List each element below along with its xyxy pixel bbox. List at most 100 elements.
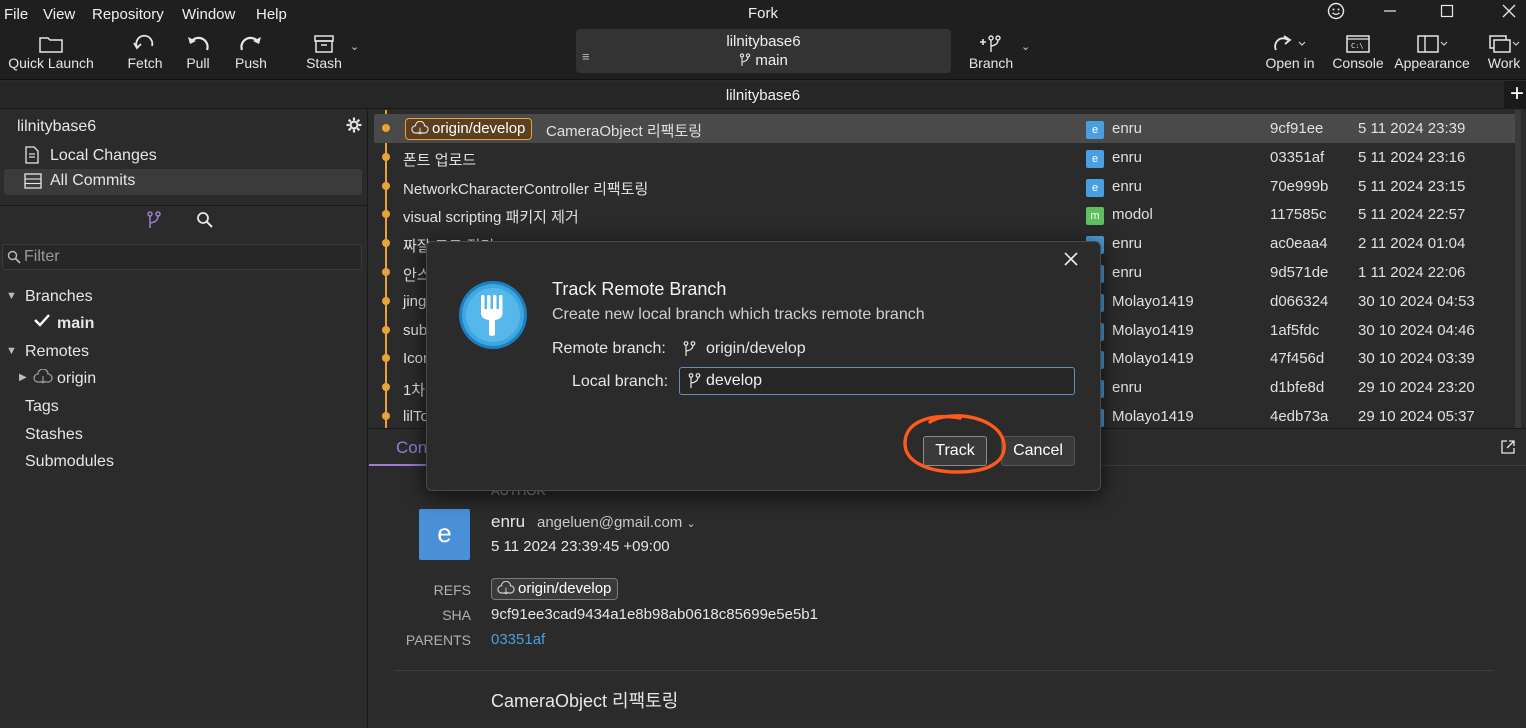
tab-lilnitybase6[interactable]: lilnitybase6 <box>0 87 1526 104</box>
open-in-icon <box>1274 35 1306 51</box>
ref-badge-origin-develop[interactable]: origin/develop <box>405 118 533 140</box>
minimize-icon[interactable] <box>1375 2 1405 26</box>
commit-date: 5 11 2024 23:15 <box>1358 177 1466 195</box>
toolbar: Quick Launch Fetch Pull Push Stash ⌄ ≡ l… <box>0 28 1526 80</box>
author-email[interactable]: angeluen@gmail.com ⌄ <box>537 514 696 531</box>
menu-view[interactable]: View <box>43 6 75 23</box>
menu-repository[interactable]: Repository <box>92 6 164 23</box>
commit-row[interactable]: visual scripting 패키지 제거 m modol 117585c 5 11… <box>369 200 1526 229</box>
branch-button[interactable]: Branch <box>966 32 1016 76</box>
close-icon[interactable] <box>1059 248 1083 272</box>
commit-graph-dot <box>382 412 390 420</box>
branches-collapse-chevron-icon[interactable]: ▼ <box>6 290 17 302</box>
stash-button[interactable]: Stash <box>304 32 344 76</box>
cloud-remote-icon <box>497 580 515 602</box>
commit-sha: 03351af <box>1270 148 1325 166</box>
branches-view-icon[interactable] <box>147 211 161 234</box>
remotes-collapse-chevron-icon[interactable]: ▼ <box>6 345 17 357</box>
sha-value[interactable]: 9cf91ee3cad9434a1e8b98ab0618c85699e5e5b1 <box>491 606 818 623</box>
sidebar-item-local-changes[interactable]: Local Changes <box>0 144 368 168</box>
document-icon <box>24 146 40 169</box>
commit-date: 2 11 2024 01:04 <box>1358 235 1466 253</box>
repository-selector[interactable]: ≡ lilnitybase6 main <box>576 29 951 73</box>
popout-icon[interactable] <box>1500 439 1516 460</box>
maximize-icon[interactable] <box>1432 2 1462 26</box>
sidebar-section-stashes[interactable]: Stashes <box>25 426 83 444</box>
dialog-subtitle: Create new local branch which tracks rem… <box>552 306 925 323</box>
feedback-smiley-icon[interactable] <box>1321 2 1351 26</box>
filter-input[interactable] <box>24 248 354 266</box>
sidebar-section-tags[interactable]: Tags <box>25 398 59 416</box>
menu-window[interactable]: Window <box>182 6 235 23</box>
commit-list-scrollbar[interactable] <box>1515 110 1521 428</box>
commit-row[interactable]: 폰트 업로드 e enru 03351af 5 11 2024 23:16 <box>369 143 1526 172</box>
commit-graph-dot <box>382 268 390 276</box>
author-avatar: e <box>1086 121 1104 139</box>
origin-expand-chevron-icon[interactable]: ▶ <box>19 372 27 383</box>
close-window-icon[interactable] <box>1494 2 1524 26</box>
cancel-button[interactable]: Cancel <box>1001 436 1075 466</box>
filter-field[interactable] <box>2 244 362 270</box>
sidebar-section-submodules[interactable]: Submodules <box>25 453 114 471</box>
repo-name: lilnitybase6 <box>726 33 801 50</box>
commit-row[interactable]: NetworkCharacterController 리팩토링 e enru 70e9… <box>369 172 1526 201</box>
commit-author: modol <box>1112 206 1153 224</box>
commit-row[interactable]: origin/develop CameraObject 리팩토링 e enru 9cf9… <box>374 114 1520 143</box>
dialog-title: Track Remote Branch <box>552 279 727 299</box>
commit-date: 5 11 2024 23:39 <box>1358 120 1466 137</box>
commit-date: 1 11 2024 22:06 <box>1358 264 1466 281</box>
fetch-button[interactable]: Fetch <box>122 32 168 76</box>
search-icon[interactable] <box>196 211 214 234</box>
commit-sha: 1af5fdc <box>1270 321 1320 339</box>
new-branch-icon <box>980 35 1001 52</box>
author-avatar: e <box>1086 149 1104 168</box>
fork-window: File View Repository Window Help Fork Qu… <box>0 0 1526 728</box>
quick-launch-button[interactable]: Quick Launch <box>6 32 96 76</box>
commit-date: 30 10 2024 04:46 <box>1358 321 1475 339</box>
menu-help[interactable]: Help <box>256 6 287 23</box>
pull-button[interactable]: Pull <box>180 32 216 76</box>
gear-icon[interactable] <box>346 117 362 138</box>
commit-sha: d1bfe8d <box>1270 379 1325 397</box>
commit-message: jing <box>403 292 427 310</box>
commit-message: NetworkCharacterController 리팩토링 <box>403 180 649 198</box>
sidebar-item-all-commits[interactable]: All Commits <box>4 169 362 195</box>
commit-message: 폰트 업로드 <box>403 151 477 169</box>
commit-date: 5 11 2024 22:57 <box>1358 206 1466 224</box>
sidebar-section-branches[interactable]: Branches <box>25 288 93 306</box>
commit-graph-dot <box>382 239 390 248</box>
branch-dropdown-chevron-icon[interactable]: ⌄ <box>1021 40 1030 53</box>
commit-subject: CameraObject 리팩토링 <box>491 691 679 711</box>
local-branch-field[interactable] <box>679 367 1075 395</box>
author-name: enru <box>491 512 526 531</box>
refs-badge-origin-develop[interactable]: origin/develop <box>491 578 619 602</box>
parent-commit-link[interactable]: 03351af <box>491 631 545 648</box>
commit-sha: 9cf91ee <box>1270 120 1324 137</box>
stash-icon <box>314 35 334 53</box>
commit-author: enru <box>1112 379 1143 397</box>
folder-icon <box>39 37 63 53</box>
workspaces-button[interactable]: Work <box>1484 32 1524 76</box>
menu-file[interactable]: File <box>4 6 28 23</box>
commit-author: enru <box>1112 120 1143 137</box>
commit-sha: d066324 <box>1270 292 1329 310</box>
author-date: 5 11 2024 23:39:45 +09:00 <box>491 538 670 555</box>
commit-message: lilTo <box>403 408 429 425</box>
add-tab-button[interactable]: + <box>1504 81 1526 109</box>
sha-label: SHA <box>442 607 471 623</box>
track-remote-branch-dialog: Track Remote Branch Create new local bra… <box>426 241 1101 491</box>
sidebar-remote-origin[interactable]: origin <box>57 370 96 388</box>
commit-graph-dot <box>382 296 390 305</box>
local-branch-input[interactable] <box>706 371 1066 391</box>
appearance-icon <box>1417 35 1448 53</box>
stash-dropdown-chevron-icon[interactable]: ⌄ <box>350 40 359 53</box>
console-button[interactable]: C:\ Console <box>1330 32 1386 76</box>
details-divider <box>394 670 1494 671</box>
commit-author: Molayo1419 <box>1112 292 1194 310</box>
sidebar-section-remotes[interactable]: Remotes <box>25 343 89 361</box>
appearance-button[interactable]: Appearance <box>1394 32 1470 76</box>
sidebar-branch-main[interactable]: main <box>57 315 94 333</box>
push-button[interactable]: Push <box>232 32 270 76</box>
track-button[interactable]: Track <box>923 436 987 466</box>
open-in-button[interactable]: Open in <box>1262 32 1318 76</box>
